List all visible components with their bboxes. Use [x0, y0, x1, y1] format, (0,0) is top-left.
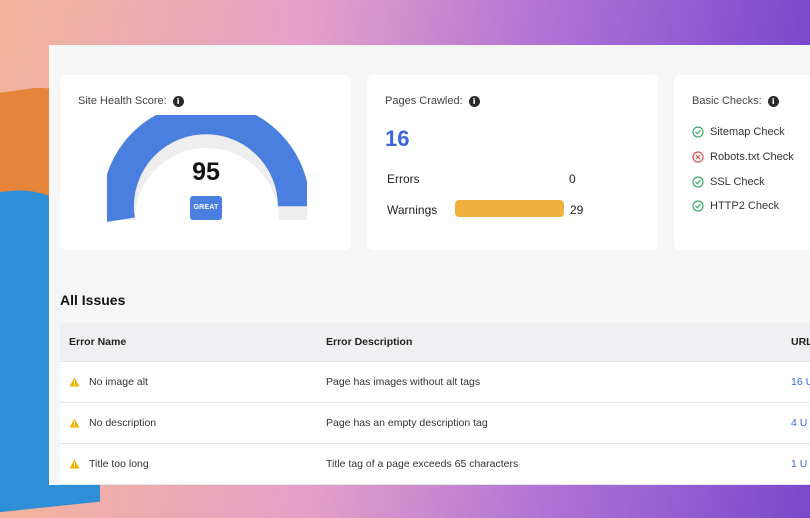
check-label: Sitemap Check	[710, 126, 785, 138]
dashboard-panel: Site Health Score: i 95 GREAT Pages Craw…	[49, 45, 810, 485]
warning-icon	[69, 459, 80, 469]
check-circle-icon	[692, 126, 704, 138]
error-description: Page has images without alt tags	[326, 376, 481, 388]
info-icon[interactable]: i	[767, 95, 779, 107]
basic-checks-label: Basic Checks:	[692, 95, 762, 107]
check-circle-icon	[692, 200, 704, 212]
check-label: Robots.txt Check	[710, 151, 794, 163]
pages-crawled-title: Pages Crawled: i	[385, 95, 480, 107]
info-icon[interactable]: i	[468, 95, 480, 107]
errors-label: Errors	[387, 172, 420, 186]
error-name: No image alt	[89, 376, 148, 388]
basic-checks-card: Basic Checks: i Sitemap Check Robots.txt…	[674, 75, 810, 250]
warning-icon	[69, 418, 80, 428]
table-row[interactable]: No description Page has an empty descrip…	[60, 403, 810, 444]
health-badge: GREAT	[190, 196, 222, 220]
check-http2: HTTP2 Check	[692, 200, 779, 212]
url-link[interactable]: 16 U	[791, 362, 810, 402]
site-health-title: Site Health Score: i	[78, 95, 184, 107]
errors-value: 0	[569, 172, 576, 186]
warning-icon	[69, 377, 80, 387]
health-score: 95	[192, 158, 220, 186]
warnings-value: 29	[570, 203, 584, 217]
issues-table: Error Name Error Description URL No imag…	[60, 323, 810, 485]
error-name: No description	[89, 417, 157, 429]
pages-crawled-label: Pages Crawled:	[385, 95, 463, 107]
error-description: Page has an empty description tag	[326, 417, 488, 429]
url-link[interactable]: 4 U	[791, 403, 807, 443]
table-row[interactable]: Title too long Title tag of a page excee…	[60, 444, 810, 485]
check-sitemap: Sitemap Check	[692, 126, 785, 138]
check-circle-icon	[692, 176, 704, 188]
info-icon[interactable]: i	[172, 95, 184, 107]
check-label: HTTP2 Check	[710, 200, 780, 212]
site-health-card: Site Health Score: i 95 GREAT	[60, 75, 351, 250]
error-description: Title tag of a page exceeds 65 character…	[326, 458, 519, 470]
col-error-name: Error Name	[69, 336, 127, 348]
url-link[interactable]: 1 U	[791, 444, 807, 484]
site-health-label: Site Health Score:	[78, 95, 167, 107]
basic-checks-title: Basic Checks: i	[692, 95, 779, 107]
table-row[interactable]: No image alt Page has images without alt…	[60, 362, 810, 403]
warnings-label: Warnings	[387, 203, 438, 217]
check-robots: Robots.txt Check	[692, 151, 794, 163]
check-ssl: SSL Check	[692, 176, 765, 188]
pages-crawled-card: Pages Crawled: i 16 Errors 0 Warnings 29	[367, 75, 658, 250]
error-name-cell: Title too long	[69, 444, 149, 484]
check-label: SSL Check	[710, 176, 765, 188]
error-name: Title too long	[89, 458, 149, 470]
all-issues-heading: All Issues	[60, 292, 126, 308]
col-url: URL	[791, 336, 810, 348]
warnings-bar	[455, 200, 564, 217]
error-name-cell: No description	[69, 403, 156, 443]
error-name-cell: No image alt	[69, 362, 148, 402]
table-header: Error Name Error Description URL	[60, 323, 810, 362]
x-circle-icon	[692, 151, 704, 163]
pages-crawled-count: 16	[385, 126, 410, 151]
col-error-description: Error Description	[326, 336, 413, 348]
